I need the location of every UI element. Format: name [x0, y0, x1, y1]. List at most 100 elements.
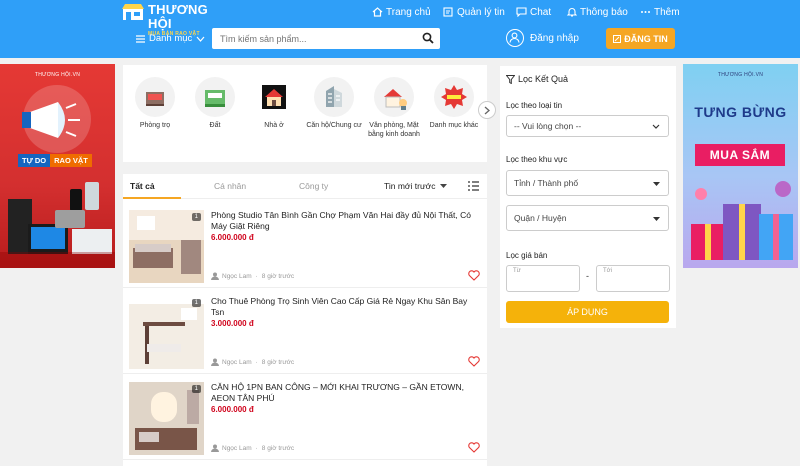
login-button[interactable]: Đăng nhập — [506, 29, 579, 47]
chevron-right-icon — [484, 106, 490, 114]
nav-home-label: Trang chủ — [386, 6, 431, 18]
listing-thumbnail: 1 — [129, 382, 204, 455]
category-land[interactable]: Đất — [187, 77, 243, 130]
listing-item[interactable]: 1 Phòng Studio Tân Bình Gần Chợ Phạm Văn… — [123, 204, 487, 288]
listing-time: 8 giờ trước — [261, 444, 295, 452]
category-label: Văn phòng, Mặt bằng kinh doanh — [368, 122, 420, 138]
category-label: Phòng trọ — [139, 122, 171, 129]
category-office[interactable]: Văn phòng, Mặt bằng kinh doanh — [366, 77, 422, 139]
category-menu-label: Danh mục — [149, 33, 193, 44]
more-icon — [641, 11, 650, 13]
left-banner-tag2: RAO VẶT — [50, 154, 92, 167]
post-listing-label: ĐĂNG TIN — [624, 33, 668, 44]
nav-manage[interactable]: Quản lý tin — [443, 5, 505, 19]
bell-icon — [567, 8, 577, 17]
listing-tabs: Tất cả Cá nhân Công ty Tin mới trước — [123, 174, 487, 199]
tab-personal[interactable]: Cá nhân — [214, 181, 246, 191]
district-select[interactable]: Quận / Huyện — [506, 205, 669, 231]
category-label: Căn hộ/Chung cư — [306, 122, 362, 129]
price-from-input[interactable]: Từ — [506, 265, 580, 292]
filter-panel: Lọc Kết Quả Lọc theo loại tin -- Vui lòn… — [500, 66, 676, 328]
listings-panel: Tất cả Cá nhân Công ty Tin mới trước 1 P… — [123, 174, 487, 466]
caret-down-icon — [440, 183, 448, 188]
heart-icon[interactable] — [468, 442, 480, 453]
login-label: Đăng nhập — [530, 32, 579, 44]
tab-company[interactable]: Công ty — [299, 181, 328, 191]
office-icon — [374, 77, 414, 117]
active-tab-indicator — [123, 197, 181, 199]
listing-meta: Ngọc Lam · 8 giờ trước — [211, 358, 294, 366]
listing-price: 3.000.000 đ — [211, 319, 254, 328]
room-icon — [135, 77, 175, 117]
listing-thumbnail: 1 — [129, 296, 204, 369]
edit-icon — [613, 34, 622, 43]
post-listing-button[interactable]: ĐĂNG TIN — [606, 28, 675, 49]
search-box — [212, 28, 440, 49]
gift-boxes-icon — [691, 181, 793, 260]
chat-icon — [516, 7, 527, 17]
listing-meta: Ngọc Lam · 8 giờ trước — [211, 444, 294, 452]
filter-heading: Lọc Kết Quả — [506, 74, 568, 84]
category-room[interactable]: Phòng trọ — [127, 77, 183, 130]
filter-icon — [506, 74, 515, 84]
nav-more-label: Thêm — [654, 6, 680, 18]
category-apartment[interactable]: Căn hộ/Chung cư — [306, 77, 362, 130]
listing-item[interactable]: 1 Cho Thuê Phòng Trọ Sinh Viên Cao Cấp G… — [123, 290, 487, 374]
house-icon — [254, 77, 294, 117]
menu-icon — [136, 34, 145, 43]
logo-title: THƯƠNG HỘI — [148, 2, 208, 31]
nav-chat[interactable]: Chat — [516, 5, 551, 19]
carousel-next-button[interactable] — [478, 101, 496, 119]
filter-type-select[interactable]: -- Vui lòng chọn -- — [506, 115, 669, 137]
sale-icon — [434, 77, 474, 117]
category-label: Danh mục khác — [429, 122, 479, 129]
nav-notifications[interactable]: Thông báo — [567, 5, 628, 19]
listing-user: Ngọc Lam — [222, 358, 252, 366]
nav-chat-label: Chat — [530, 6, 552, 18]
heart-icon[interactable] — [468, 356, 480, 367]
left-banner-tag1: TỰ DO — [18, 154, 51, 167]
filter-price-label: Lọc giá bán — [506, 251, 548, 260]
price-to-input[interactable]: Tới — [596, 265, 670, 292]
category-label: Nhà ở — [264, 122, 284, 129]
nav-more[interactable]: Thêm — [640, 5, 680, 19]
listing-title: Cho Thuê Phòng Trọ Sinh Viên Cao Cấp Giá… — [211, 296, 468, 317]
list-view-icon[interactable] — [468, 181, 479, 191]
apply-filter-button[interactable]: ÁP DỤNG — [506, 301, 669, 323]
manage-icon — [443, 7, 453, 17]
left-ad-banner[interactable]: THƯƠNG HỘI.VN TỰ DO RAO VẶT — [0, 64, 115, 268]
filter-title: Lọc Kết Quả — [518, 74, 569, 84]
listing-item[interactable]: 1 CĂN HỘ 1PN BAN CÔNG – MỚI KHAI TRƯƠNG … — [123, 376, 487, 460]
right-ad-banner[interactable]: THƯƠNG HỘI.VN TƯNG BỪNG MUA SẮM — [683, 64, 798, 268]
home-icon — [372, 7, 383, 17]
price-to-placeholder: Tới — [603, 268, 612, 274]
listing-price: 6.000.000 đ — [211, 233, 254, 242]
sort-label: Tin mới trước — [384, 181, 436, 191]
listing-meta: Ngọc Lam · 8 giờ trước — [211, 272, 294, 280]
site-logo[interactable]: THƯƠNG HỘI MUA BÁN RAO VẶT — [122, 3, 222, 37]
district-value: Quận / Huyện — [514, 213, 567, 223]
chevron-down-icon — [652, 124, 660, 129]
apply-filter-label: ÁP DỤNG — [567, 307, 608, 317]
user-avatar-icon — [211, 358, 219, 366]
photo-count: 1 — [191, 299, 201, 307]
province-select[interactable]: Tỉnh / Thành phố — [506, 170, 669, 196]
nav-home[interactable]: Trang chủ — [372, 5, 431, 19]
user-avatar-icon — [211, 444, 219, 452]
category-other[interactable]: Danh mục khác — [426, 77, 482, 130]
search-icon[interactable] — [422, 32, 434, 44]
listing-time: 8 giờ trước — [261, 358, 295, 366]
filter-type-value: -- Vui lòng chọn -- — [514, 121, 582, 131]
listing-user: Ngọc Lam — [222, 444, 252, 452]
price-from-placeholder: Từ — [513, 268, 521, 274]
heart-icon[interactable] — [468, 270, 480, 281]
category-menu-button[interactable]: Danh mục — [136, 33, 209, 44]
sort-select[interactable]: Tin mới trước — [384, 181, 448, 191]
category-house[interactable]: Nhà ở — [246, 77, 302, 130]
caret-down-icon — [653, 182, 660, 186]
tab-all[interactable]: Tất cả — [130, 181, 155, 191]
listing-thumbnail: 1 — [129, 210, 204, 283]
search-input[interactable] — [212, 28, 412, 49]
listing-user: Ngọc Lam — [222, 272, 252, 280]
photo-count: 1 — [191, 213, 201, 221]
